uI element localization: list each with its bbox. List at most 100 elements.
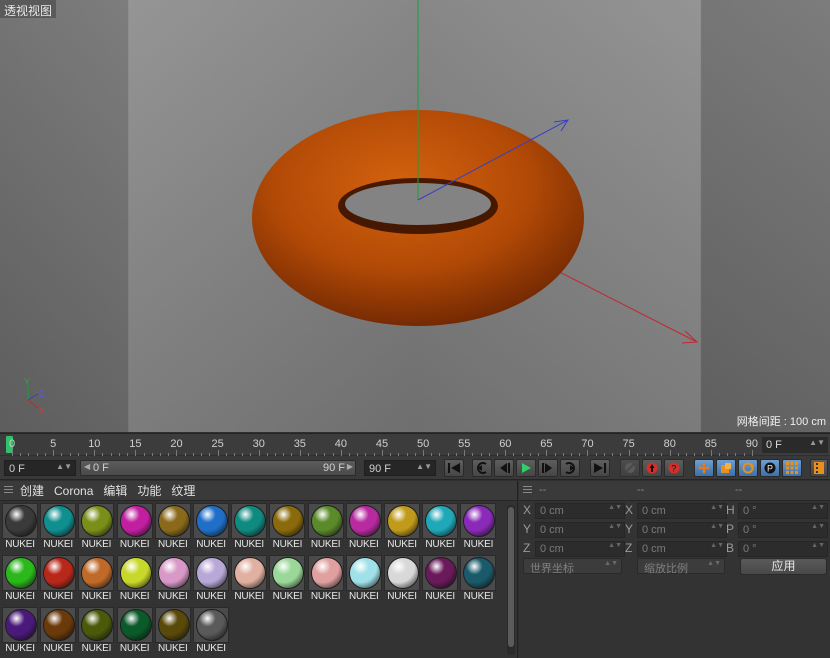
menu-texture[interactable]: 纹理 — [171, 482, 195, 499]
rotation-value-field[interactable]: 0 ° ▲▼ — [738, 503, 828, 519]
material-swatch[interactable]: NUKEI — [307, 555, 344, 605]
position-value-field[interactable]: 0 cm ▲▼ — [535, 541, 625, 557]
rotate-key-button[interactable] — [738, 459, 758, 477]
menu-corona[interactable]: Corona — [54, 484, 93, 498]
size-value-field[interactable]: 0 cm ▲▼ — [637, 541, 727, 557]
menu-edit[interactable]: 编辑 — [103, 482, 127, 499]
spinner-icon[interactable]: ▲▼ — [608, 523, 622, 530]
material-swatch[interactable]: NUKEI — [116, 555, 153, 605]
preview-range-slider[interactable]: ◀ 0 F 90 F ▶ — [80, 460, 356, 476]
material-swatch[interactable]: NUKEI — [78, 503, 115, 553]
material-swatch[interactable]: NUKEI — [2, 607, 38, 657]
scale-mode-dropdown[interactable]: 缩放比例 ▲▼ — [637, 558, 725, 575]
material-scrollbar[interactable] — [507, 505, 515, 655]
rotation-value-field[interactable]: 0 ° ▲▼ — [738, 522, 828, 538]
spinner-icon[interactable]: ▲▼ — [608, 504, 622, 511]
next-frame-button[interactable] — [538, 459, 558, 477]
spinner-icon[interactable]: ▲▼ — [710, 523, 724, 530]
menu-create[interactable]: 创建 — [20, 482, 44, 499]
param-key-button[interactable]: P — [760, 459, 780, 477]
go-to-start-button[interactable] — [444, 459, 464, 477]
material-swatch[interactable]: NUKEI — [269, 503, 306, 553]
material-sphere-icon — [43, 609, 76, 641]
material-swatch[interactable]: NUKEI — [460, 555, 497, 605]
material-sphere-icon — [425, 505, 458, 537]
range-right-arrow-icon[interactable]: ▶ — [347, 462, 353, 471]
viewport-title[interactable]: 透视视图 — [0, 0, 57, 18]
material-swatch[interactable]: NUKEI — [116, 607, 153, 657]
prev-key-button[interactable] — [472, 459, 492, 477]
spinner-icon[interactable]: ▲▼ — [416, 462, 432, 471]
rotation-value-field[interactable]: 0 ° ▲▼ — [738, 541, 828, 557]
material-swatch[interactable]: NUKEI — [384, 503, 420, 553]
record-disabled-button[interactable] — [620, 459, 640, 477]
end-frame-field[interactable]: 90 F ▲▼ — [364, 460, 436, 476]
material-swatch[interactable]: NUKEI — [78, 607, 115, 657]
material-label: NUKEI — [5, 539, 35, 550]
position-value-field[interactable]: 0 cm ▲▼ — [535, 503, 625, 519]
material-swatch[interactable]: NUKEI — [40, 607, 77, 657]
pla-key-button[interactable] — [782, 459, 802, 477]
record-button[interactable] — [642, 459, 662, 477]
perspective-viewport[interactable]: Y Z X 透视视图 网格间距 : 100 cm — [0, 0, 830, 432]
go-to-end-button[interactable] — [590, 459, 610, 477]
panel-grip-icon[interactable] — [4, 486, 13, 495]
material-swatch[interactable]: NUKEI — [40, 503, 77, 553]
timeline-view-button[interactable] — [810, 459, 828, 477]
material-swatch[interactable]: NUKEI — [154, 607, 191, 657]
material-sphere-icon — [157, 557, 190, 589]
spinner-icon[interactable]: ▲▼ — [809, 438, 825, 447]
spinner-icon[interactable]: ▲▼ — [811, 523, 825, 530]
material-swatch[interactable]: NUKEI — [2, 503, 38, 553]
material-swatch[interactable]: NUKEI — [422, 555, 459, 605]
menu-function[interactable]: 功能 — [137, 482, 161, 499]
material-swatch[interactable]: NUKEI — [154, 503, 191, 553]
range-left-arrow-icon[interactable]: ◀ — [84, 462, 90, 471]
material-swatch[interactable]: NUKEI — [193, 503, 229, 553]
material-swatch[interactable]: NUKEI — [345, 555, 382, 605]
prev-frame-button[interactable] — [494, 459, 514, 477]
size-value: 0 cm — [642, 505, 666, 517]
material-swatch[interactable]: NUKEI — [154, 555, 191, 605]
spinner-icon[interactable]: ▲▼ — [56, 462, 72, 471]
material-swatch[interactable]: NUKEI — [231, 555, 268, 605]
material-swatch[interactable]: NUKEI — [2, 555, 38, 605]
apply-button[interactable]: 应用 — [740, 558, 827, 575]
current-frame-field[interactable]: 0 F ▲▼ — [762, 437, 828, 453]
next-key-button[interactable] — [560, 459, 580, 477]
play-button[interactable] — [516, 459, 536, 477]
material-swatch[interactable]: NUKEI — [345, 503, 382, 553]
svg-text:?: ? — [671, 464, 676, 474]
spinner-icon[interactable]: ▲▼ — [710, 542, 724, 549]
svg-text:P: P — [767, 464, 773, 474]
start-frame-field[interactable]: 0 F ▲▼ — [4, 460, 76, 476]
panel-grip-icon[interactable] — [523, 486, 532, 495]
material-swatch[interactable]: NUKEI — [384, 555, 420, 605]
next-frame-icon — [542, 463, 552, 473]
move-key-button[interactable] — [694, 459, 714, 477]
scrollbar-thumb[interactable] — [508, 507, 514, 647]
material-swatch[interactable]: NUKEI — [193, 607, 229, 657]
material-swatch[interactable]: NUKEI — [460, 503, 497, 553]
material-swatch[interactable]: NUKEI — [231, 503, 268, 553]
spinner-icon[interactable]: ▲▼ — [608, 542, 622, 549]
auto-key-button[interactable]: ? — [664, 459, 684, 477]
material-swatch[interactable]: NUKEI — [116, 503, 153, 553]
material-swatch[interactable]: NUKEI — [40, 555, 77, 605]
position-value-field[interactable]: 0 cm ▲▼ — [535, 522, 625, 538]
material-swatch[interactable]: NUKEI — [269, 555, 306, 605]
size-value-field[interactable]: 0 cm ▲▼ — [637, 522, 727, 538]
material-swatch[interactable]: NUKEI — [422, 503, 459, 553]
material-swatch[interactable]: NUKEI — [78, 555, 115, 605]
coordinate-mode-dropdown[interactable]: 世界坐标 ▲▼ — [523, 558, 622, 575]
material-preview-frame — [384, 503, 420, 539]
spinner-icon[interactable]: ▲▼ — [811, 542, 825, 549]
spinner-icon[interactable]: ▲▼ — [811, 504, 825, 511]
size-value-field[interactable]: 0 cm ▲▼ — [637, 503, 727, 519]
scale-key-button[interactable] — [716, 459, 736, 477]
material-swatch[interactable]: NUKEI — [307, 503, 344, 553]
timeline-ruler[interactable]: 0 F ▲▼ 0 5 10 15 20 25 30 35 40 45 50 55 60 65 70 75 80 85… — [0, 433, 830, 456]
material-label: NUKEI — [272, 539, 303, 550]
material-swatch[interactable]: NUKEI — [193, 555, 229, 605]
spinner-icon[interactable]: ▲▼ — [710, 504, 724, 511]
